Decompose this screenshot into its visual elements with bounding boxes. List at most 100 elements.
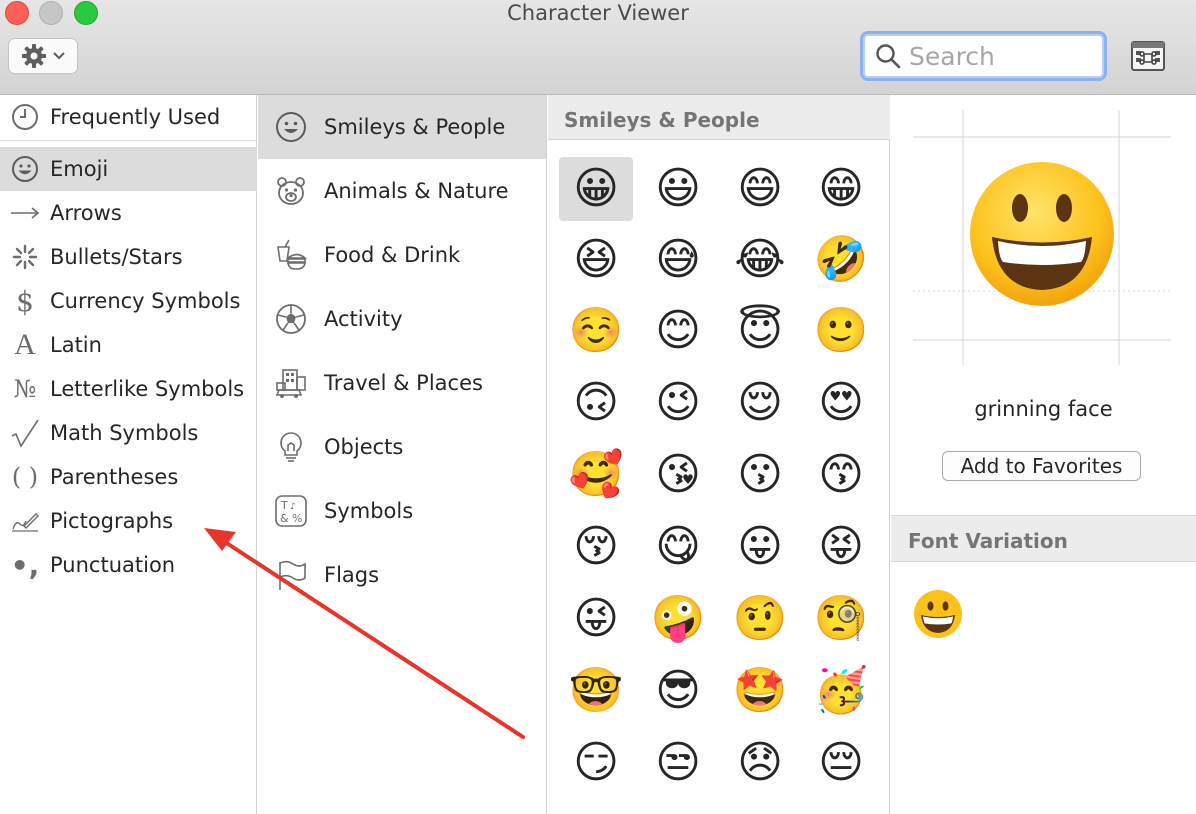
- group-food-drink[interactable]: Food & Drink: [258, 223, 546, 287]
- window-title: Character Viewer: [507, 1, 689, 25]
- font-variation-grinning-face-icon[interactable]: [911, 587, 965, 641]
- emoji-cell-heart-eyes-face[interactable]: 😍: [804, 371, 878, 435]
- emoji-cell-grinning-face-big-eyes[interactable]: 😃: [641, 157, 715, 221]
- group-flags[interactable]: Flags: [258, 543, 546, 607]
- group-travel-places[interactable]: Travel & Places: [258, 351, 546, 415]
- category-frequently-used[interactable]: Frequently Used: [0, 95, 257, 139]
- category-label: Parentheses: [50, 465, 179, 489]
- emoji-cell-smiling-face-halo[interactable]: 😇: [723, 299, 797, 363]
- group-label: Food & Drink: [324, 243, 461, 267]
- search-input[interactable]: [909, 41, 1099, 71]
- add-to-favorites-button[interactable]: Add to Favorites: [942, 451, 1141, 481]
- parentheses-icon: ( ): [11, 463, 39, 491]
- category-label: Arrows: [50, 201, 122, 225]
- character-name: grinning face: [974, 397, 1113, 421]
- emoji-cell-pensive-face[interactable]: 😔: [804, 731, 878, 795]
- emoji-cell-smiling-face-hearts[interactable]: 🥰: [559, 443, 633, 507]
- emoji-cell-squinting-face-tongue[interactable]: 😝: [804, 515, 878, 579]
- emoji-cell-zany-face[interactable]: 🤪: [641, 587, 715, 651]
- divider: [0, 140, 257, 141]
- square-root-icon: [0, 418, 50, 448]
- category-arrows[interactable]: Arrows: [0, 191, 257, 235]
- category-label: Latin: [50, 333, 102, 357]
- emoji-cell-grinning-squinting-face[interactable]: 😆: [559, 228, 633, 292]
- clock-icon: [0, 103, 50, 131]
- emoji-cell-grinning-face[interactable]: 😀: [559, 157, 633, 221]
- title-bar: Character Viewer: [0, 0, 1196, 95]
- emoji-cell-nerd-face[interactable]: 🤓: [559, 659, 633, 723]
- category-currency-symbols[interactable]: $ Currency Symbols: [0, 279, 257, 323]
- emoji-cell-beaming-face[interactable]: 😁: [804, 157, 878, 221]
- category-parentheses[interactable]: ( ) Parentheses: [0, 455, 257, 499]
- group-activity[interactable]: Activity: [258, 287, 546, 351]
- character-preview: [913, 110, 1171, 365]
- emoji-cell-grinning-face-sweat[interactable]: 😅: [641, 228, 715, 292]
- grinning-face-large-icon: [970, 162, 1114, 306]
- group-label: Flags: [324, 563, 380, 587]
- search-icon: [876, 44, 901, 69]
- category-letterlike-symbols[interactable]: № Letterlike Symbols: [0, 367, 257, 411]
- emoji-cell-smiling-face[interactable]: ☺️: [559, 299, 633, 363]
- group-objects[interactable]: Objects: [258, 415, 546, 479]
- category-pictographs[interactable]: Pictographs: [0, 499, 257, 543]
- character-detail-panel: grinning face Add to Favorites Font Vari…: [891, 95, 1196, 814]
- emoji-grid-panel: Smileys & People 😀 😃 😄 😁 😆 😅 😂 🤣 ☺️ 😊 😇 🙂 🙃 😉 😌 😍 🥰 😘 😗 😙 😚 😋…: [548, 95, 890, 814]
- emoji-cell-tears-of-joy-face[interactable]: 😂: [723, 228, 797, 292]
- soccer-ball-icon: [258, 303, 324, 335]
- emoji-cell-face-blowing-kiss[interactable]: 😘: [641, 443, 715, 507]
- food-icon: [258, 239, 324, 271]
- group-label: Smileys & People: [324, 115, 506, 139]
- numero-icon: №: [13, 375, 37, 403]
- chevron-down-icon: [53, 52, 65, 60]
- group-label: Activity: [324, 307, 403, 331]
- category-label: Letterlike Symbols: [50, 377, 245, 401]
- category-emoji[interactable]: Emoji: [0, 147, 257, 191]
- emoji-cell-slightly-smiling-face[interactable]: 🙂: [804, 299, 878, 363]
- svg-text:T: T: [280, 499, 288, 512]
- dollar-icon: $: [16, 284, 34, 318]
- symbols-icon: T ♪ &%: [258, 495, 324, 527]
- emoji-cell-winking-face[interactable]: 😉: [641, 371, 715, 435]
- emoji-cell-smiling-face-smiling-eyes[interactable]: 😊: [641, 299, 715, 363]
- emoji-cell-upside-down-face[interactable]: 🙃: [559, 371, 633, 435]
- bear-icon: [258, 175, 324, 207]
- category-punctuation[interactable]: •, Punctuation: [0, 543, 257, 587]
- category-label: Pictographs: [50, 509, 174, 533]
- search-field[interactable]: [860, 31, 1107, 81]
- emoji-cell-monocle-face[interactable]: 🧐: [804, 587, 878, 651]
- emoji-group-list: Smileys & People Animals & Nature Food &…: [258, 95, 547, 814]
- category-label: Currency Symbols: [50, 289, 241, 313]
- smiley-icon: [258, 111, 324, 143]
- category-label: Bullets/Stars: [50, 245, 183, 269]
- emoji-cell-winking-face-tongue[interactable]: 😜: [559, 587, 633, 651]
- emoji-cell-kissing-face[interactable]: 😗: [723, 443, 797, 507]
- emoji-cell-sunglasses-face[interactable]: 😎: [641, 659, 715, 723]
- emoji-cell-unamused-face[interactable]: 😒: [641, 731, 715, 795]
- svg-text:♪: ♪: [290, 502, 296, 512]
- action-menu-button[interactable]: [8, 38, 78, 74]
- emoji-cell-face-savoring-food[interactable]: 😋: [641, 515, 715, 579]
- emoji-cell-face-with-tongue[interactable]: 😛: [723, 515, 797, 579]
- emoji-cell-kissing-face-smiling-eyes[interactable]: 😙: [804, 443, 878, 507]
- emoji-cell-partying-face[interactable]: 🥳: [804, 659, 878, 723]
- category-list: Frequently Used Emoji Arrows Bullets/Sta…: [0, 95, 257, 814]
- emoji-cell-grinning-face-smiling-eyes[interactable]: 😄: [723, 157, 797, 221]
- emoji-cell-kissing-face-closed-eyes[interactable]: 😚: [559, 515, 633, 579]
- emoji-cell-raised-eyebrow-face[interactable]: 🤨: [723, 587, 797, 651]
- group-symbols[interactable]: T ♪ &% Symbols: [258, 479, 546, 543]
- svg-text:&: &: [280, 512, 289, 525]
- category-latin[interactable]: A Latin: [0, 323, 257, 367]
- emoji-cell-smirking-face[interactable]: 😏: [559, 731, 633, 795]
- category-label: Frequently Used: [50, 105, 221, 129]
- group-label: Objects: [324, 435, 404, 459]
- punctuation-icon: •,: [10, 548, 40, 582]
- emoji-cell-star-struck-face[interactable]: 🤩: [723, 659, 797, 723]
- category-math-symbols[interactable]: Math Symbols: [0, 411, 257, 455]
- category-bullets-stars[interactable]: Bullets/Stars: [0, 235, 257, 279]
- emoji-cell-rolling-laughing-face[interactable]: 🤣: [804, 228, 878, 292]
- group-animals-nature[interactable]: Animals & Nature: [258, 159, 546, 223]
- emoji-cell-disappointed-face[interactable]: 😞: [723, 731, 797, 795]
- group-smileys-people[interactable]: Smileys & People: [258, 95, 546, 159]
- emoji-cell-relieved-face[interactable]: 😌: [723, 371, 797, 435]
- keyboard-viewer-button[interactable]: [1131, 41, 1165, 71]
